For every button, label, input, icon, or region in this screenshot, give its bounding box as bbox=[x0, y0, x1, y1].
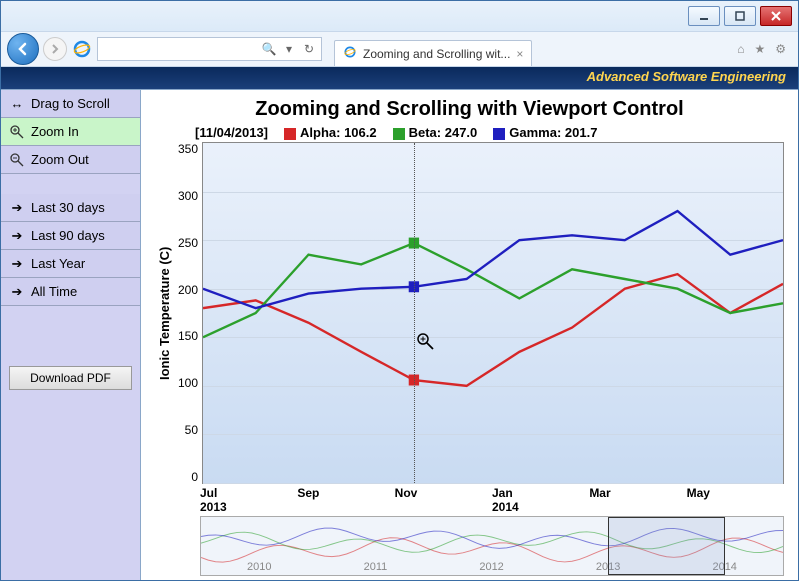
drag-icon: ↔ bbox=[9, 96, 25, 112]
minimize-button[interactable] bbox=[688, 6, 720, 26]
y-tick: 300 bbox=[178, 189, 198, 203]
navbar: 🔍 ▾ ↻ Zooming and Scrolling wit... × ⌂ ★… bbox=[1, 31, 798, 67]
address-bar[interactable]: 🔍 ▾ ↻ bbox=[97, 37, 322, 61]
chart-area: Zooming and Scrolling with Viewport Cont… bbox=[141, 90, 798, 580]
beta-swatch bbox=[393, 128, 405, 140]
series-gamma[interactable] bbox=[203, 211, 783, 308]
y-tick: 0 bbox=[191, 470, 198, 484]
last-30-button[interactable]: ➔ Last 30 days bbox=[1, 194, 140, 222]
zoom-in-icon bbox=[9, 124, 25, 140]
overview-year: 2010 bbox=[247, 561, 271, 573]
crosshair-line bbox=[414, 143, 415, 483]
last-30-label: Last 30 days bbox=[31, 200, 105, 215]
window-titlebar bbox=[1, 1, 798, 31]
y-tick: 350 bbox=[178, 142, 198, 156]
chart-legend: [11/04/2013] Alpha: 106.2 Beta: 247.0 Ga… bbox=[155, 125, 784, 140]
tab-strip: Zooming and Scrolling wit... × bbox=[334, 32, 727, 66]
legend-gamma: Gamma: 201.7 bbox=[493, 125, 597, 140]
y-tick: 100 bbox=[178, 376, 198, 390]
content-area: ↔ Drag to Scroll Zoom In Zoom Out ➔ Last … bbox=[1, 89, 798, 580]
forward-button[interactable] bbox=[43, 37, 67, 61]
crosshair-date: [11/04/2013] bbox=[195, 125, 268, 140]
zoom-in-label: Zoom In bbox=[31, 124, 79, 139]
x-tick: Jan2014 bbox=[492, 486, 589, 516]
x-tick: Sep bbox=[297, 486, 394, 516]
zoom-out-label: Zoom Out bbox=[31, 152, 89, 167]
alpha-swatch bbox=[284, 128, 296, 140]
ie-tab-icon bbox=[343, 45, 357, 62]
brand-bar: Advanced Software Engineering bbox=[1, 67, 798, 89]
ie-logo-icon bbox=[71, 38, 93, 60]
arrow-icon: ➔ bbox=[9, 200, 25, 216]
zoom-out-icon bbox=[9, 152, 25, 168]
favorites-icon[interactable]: ★ bbox=[754, 42, 765, 56]
series-alpha[interactable] bbox=[203, 274, 783, 386]
refresh-icon[interactable]: ↻ bbox=[301, 42, 317, 56]
navbar-right-icons: ⌂ ★ ⚙ bbox=[731, 42, 792, 56]
x-tick: May bbox=[687, 486, 784, 516]
last-year-button[interactable]: ➔ Last Year bbox=[1, 250, 140, 278]
overview-year: 2011 bbox=[364, 561, 388, 573]
home-icon[interactable]: ⌂ bbox=[737, 42, 744, 56]
browser-window: 🔍 ▾ ↻ Zooming and Scrolling wit... × ⌂ ★… bbox=[0, 0, 799, 581]
y-tick: 200 bbox=[178, 283, 198, 297]
plot-region[interactable] bbox=[202, 142, 784, 484]
series-beta[interactable] bbox=[203, 243, 783, 337]
overview-year: 2012 bbox=[479, 561, 503, 573]
last-year-label: Last Year bbox=[31, 256, 85, 271]
y-axis-title: Ionic Temperature (C) bbox=[155, 142, 174, 484]
viewport-window[interactable] bbox=[608, 517, 724, 575]
dropdown-icon[interactable]: ▾ bbox=[281, 42, 297, 56]
search-icon[interactable]: 🔍 bbox=[261, 42, 277, 56]
y-axis: 350 300 250 200 150 100 50 0 bbox=[174, 142, 202, 484]
tab-title: Zooming and Scrolling wit... bbox=[363, 47, 510, 61]
gamma-swatch bbox=[493, 128, 505, 140]
zoom-cursor-icon bbox=[417, 333, 435, 354]
browser-tab[interactable]: Zooming and Scrolling wit... × bbox=[334, 40, 532, 66]
overview-chart[interactable]: 20102011201220132014 bbox=[200, 516, 784, 576]
download-pdf-button[interactable]: Download PDF bbox=[9, 366, 132, 390]
all-time-button[interactable]: ➔ All Time bbox=[1, 278, 140, 306]
y-tick: 250 bbox=[178, 236, 198, 250]
zoom-in-button[interactable]: Zoom In bbox=[1, 118, 140, 146]
chart-title: Zooming and Scrolling with Viewport Cont… bbox=[155, 98, 784, 121]
all-time-label: All Time bbox=[31, 284, 77, 299]
y-tick: 50 bbox=[185, 423, 198, 437]
chart-svg[interactable] bbox=[203, 143, 783, 483]
zoom-out-button[interactable]: Zoom Out bbox=[1, 146, 140, 174]
tab-close-icon[interactable]: × bbox=[516, 47, 523, 61]
last-90-button[interactable]: ➔ Last 90 days bbox=[1, 222, 140, 250]
sidebar: ↔ Drag to Scroll Zoom In Zoom Out ➔ Last … bbox=[1, 90, 141, 580]
legend-alpha: Alpha: 106.2 bbox=[284, 125, 377, 140]
x-tick: Jul2013 bbox=[200, 486, 297, 516]
y-tick: 150 bbox=[178, 329, 198, 343]
close-button[interactable] bbox=[760, 6, 792, 26]
drag-label: Drag to Scroll bbox=[31, 96, 110, 111]
tools-icon[interactable]: ⚙ bbox=[775, 42, 786, 56]
url-input[interactable] bbox=[102, 38, 257, 60]
maximize-button[interactable] bbox=[724, 6, 756, 26]
x-axis: Jul2013SepNovJan2014MarMay bbox=[155, 486, 784, 516]
arrow-icon: ➔ bbox=[9, 284, 25, 300]
x-tick: Nov bbox=[395, 486, 492, 516]
drag-to-scroll-button[interactable]: ↔ Drag to Scroll bbox=[1, 90, 140, 118]
last-90-label: Last 90 days bbox=[31, 228, 105, 243]
x-tick: Mar bbox=[589, 486, 686, 516]
arrow-icon: ➔ bbox=[9, 256, 25, 272]
legend-beta: Beta: 247.0 bbox=[393, 125, 478, 140]
arrow-icon: ➔ bbox=[9, 228, 25, 244]
back-button[interactable] bbox=[7, 33, 39, 65]
plot-container: Ionic Temperature (C) 350 300 250 200 150 100… bbox=[155, 142, 784, 484]
